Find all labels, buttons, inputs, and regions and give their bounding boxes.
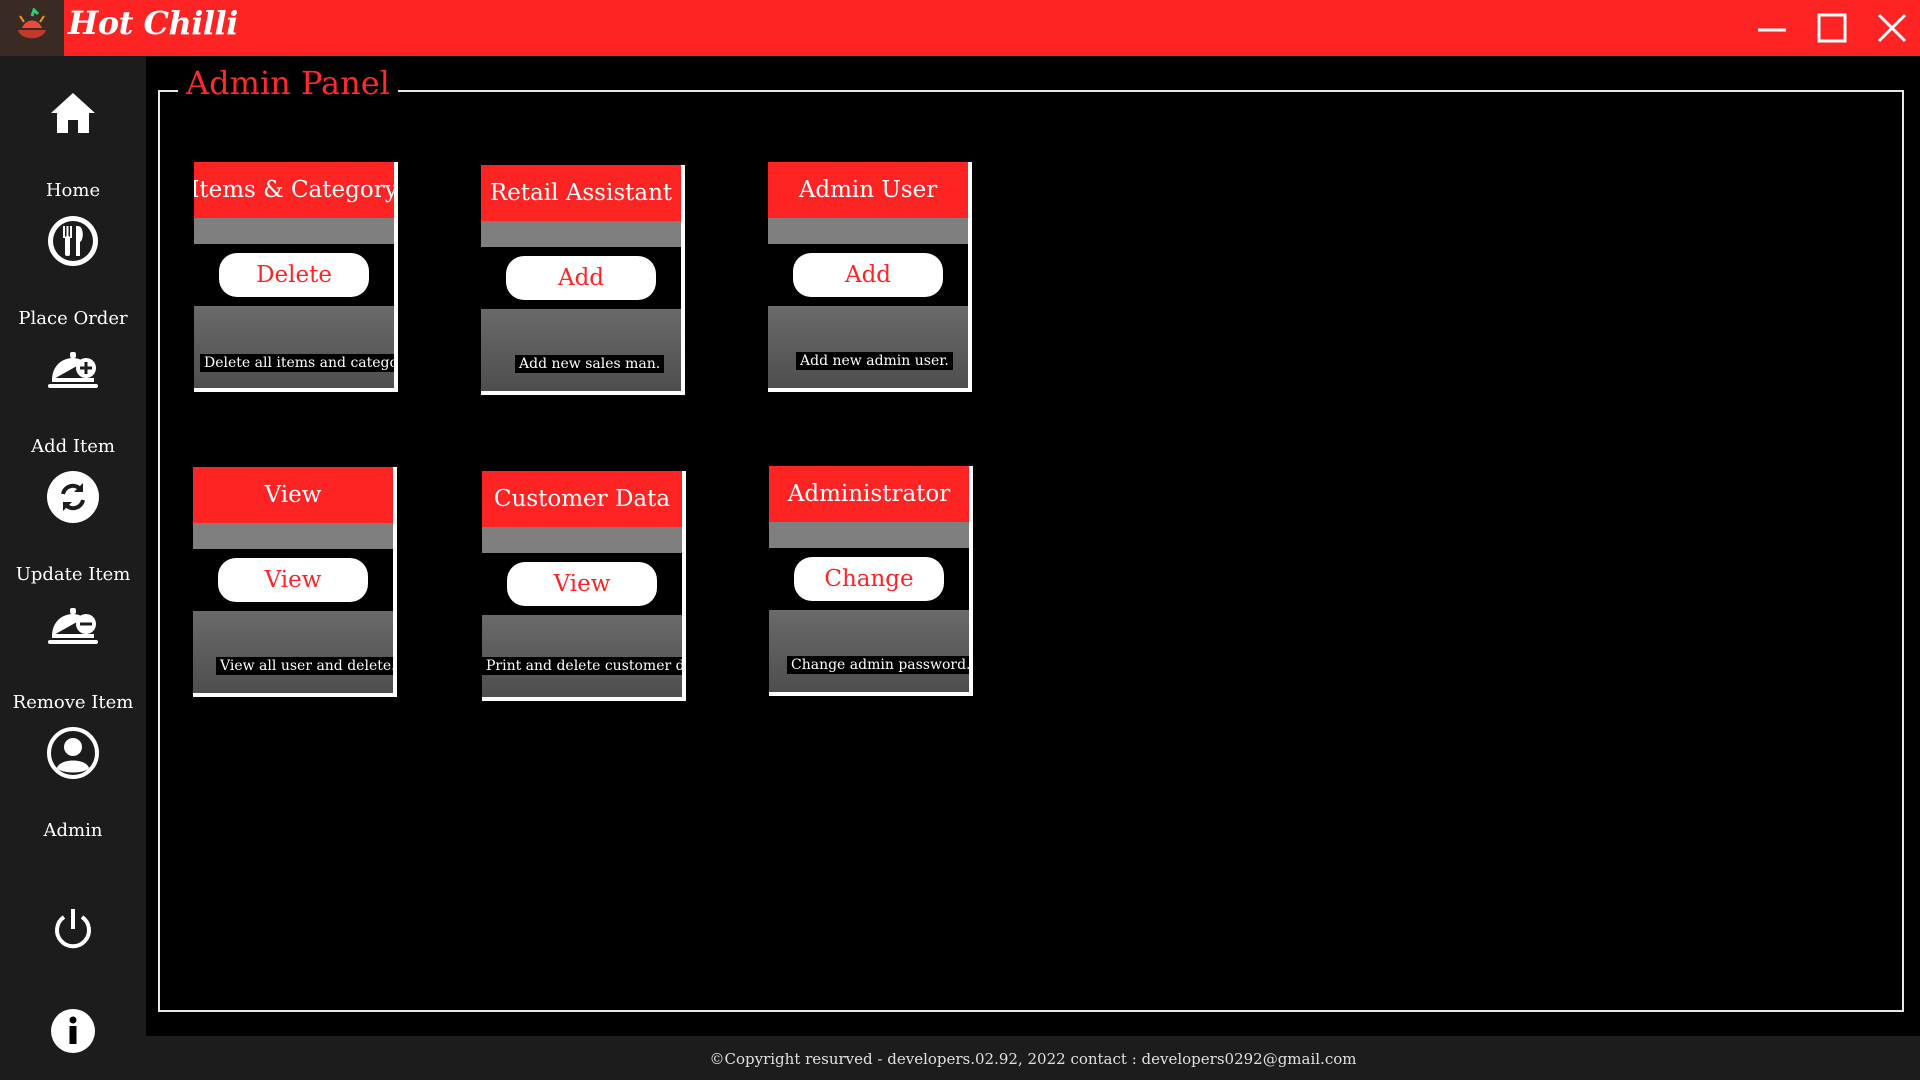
card-action-area: Add xyxy=(768,244,968,306)
card-footer: Add new admin user. xyxy=(768,306,968,388)
card-footer: Change admin password. xyxy=(769,610,969,692)
card-title: Admin User xyxy=(768,162,968,218)
card-description: View all user and delete. xyxy=(216,657,393,675)
card-retail-assistant: Retail Assistant Add Add new sales man. xyxy=(481,165,685,395)
admin-panel-frame xyxy=(158,90,1904,1012)
card-action-area: Delete xyxy=(194,244,394,306)
card-action-area: View xyxy=(482,553,682,615)
sidebar: Home Place Order Add Item Update Item Re… xyxy=(0,56,146,1080)
card-description: Add new sales man. xyxy=(515,355,665,373)
card-band xyxy=(481,221,681,247)
footer: ©Copyright resurved - developers.02.92, … xyxy=(146,1036,1920,1080)
minimize-icon xyxy=(1758,28,1786,32)
info-button[interactable] xyxy=(0,1004,146,1064)
card-title: Retail Assistant xyxy=(481,165,681,221)
info-icon xyxy=(46,1004,100,1058)
page-title: Admin Panel xyxy=(178,64,398,102)
card-description: Print and delete customer da xyxy=(482,657,682,675)
sidebar-item-label: Update Item xyxy=(15,564,131,585)
card-administrator: Administrator Change Change admin passwo… xyxy=(769,466,973,696)
power-icon xyxy=(46,902,100,956)
sidebar-item-add-item[interactable]: Add Item xyxy=(0,342,146,457)
card-action-area: Change xyxy=(769,548,969,610)
maximize-icon xyxy=(1817,13,1847,43)
sidebar-item-place-order[interactable]: Place Order xyxy=(0,214,146,329)
card-view: View View View all user and delete. xyxy=(193,467,397,697)
card-band xyxy=(194,218,394,244)
card-items-category: Items & Category Delete Delete all items… xyxy=(194,162,398,392)
view-users-button[interactable]: View xyxy=(218,558,368,602)
card-action-area: View xyxy=(193,549,393,611)
card-admin-user: Admin User Add Add new admin user. xyxy=(768,162,972,392)
card-title: Customer Data xyxy=(482,471,682,527)
sidebar-item-label: Place Order xyxy=(18,308,128,329)
card-band xyxy=(482,527,682,553)
add-sales-man-button[interactable]: Add xyxy=(506,256,656,300)
card-description: Delete all items and catego xyxy=(200,354,394,372)
sidebar-item-label: Remove Item xyxy=(12,692,134,713)
card-action-area: Add xyxy=(481,247,681,309)
card-band xyxy=(768,218,968,244)
card-title: View xyxy=(193,467,393,523)
user-icon xyxy=(46,726,100,780)
card-band xyxy=(193,523,393,549)
card-title: Items & Category xyxy=(194,162,394,218)
cloche-add-icon xyxy=(46,342,100,396)
change-password-button[interactable]: Change xyxy=(794,557,944,601)
close-button[interactable] xyxy=(1870,8,1914,48)
app-logo xyxy=(0,0,64,56)
card-footer: Add new sales man. xyxy=(481,309,681,391)
card-title: Administrator xyxy=(769,466,969,522)
home-icon xyxy=(46,86,100,140)
chilli-logo-icon xyxy=(18,8,46,39)
sidebar-item-admin[interactable]: Admin xyxy=(0,726,146,841)
sidebar-item-update-item[interactable]: Update Item xyxy=(0,470,146,585)
card-footer: Print and delete customer da xyxy=(482,615,682,697)
fork-knife-icon xyxy=(46,214,100,268)
title-bar: Hot Chilli xyxy=(0,0,1920,56)
refresh-icon xyxy=(46,470,100,524)
sidebar-item-label: Add Item xyxy=(31,436,115,457)
cloche-remove-icon xyxy=(46,598,100,652)
sidebar-item-label: Home xyxy=(45,180,101,201)
add-admin-user-button[interactable]: Add xyxy=(793,253,943,297)
card-footer: View all user and delete. xyxy=(193,611,393,693)
card-footer: Delete all items and catego xyxy=(194,306,394,388)
maximize-button[interactable] xyxy=(1810,8,1854,48)
card-customer-data: Customer Data View Print and delete cust… xyxy=(482,471,686,701)
app-title: Hot Chilli xyxy=(68,4,238,42)
card-description: Change admin password. xyxy=(787,656,969,674)
card-description: Add new admin user. xyxy=(796,352,953,370)
sidebar-item-label: Admin xyxy=(43,820,103,841)
sidebar-item-remove-item[interactable]: Remove Item xyxy=(0,598,146,713)
view-customer-data-button[interactable]: View xyxy=(507,562,657,606)
sidebar-item-home[interactable]: Home xyxy=(0,86,146,201)
power-button[interactable] xyxy=(0,902,146,962)
delete-items-button[interactable]: Delete xyxy=(219,253,369,297)
copyright-text: ©Copyright resurved - developers.02.92, … xyxy=(709,1050,1357,1068)
minimize-button[interactable] xyxy=(1750,8,1794,48)
close-icon xyxy=(1877,13,1907,43)
card-band xyxy=(769,522,969,548)
